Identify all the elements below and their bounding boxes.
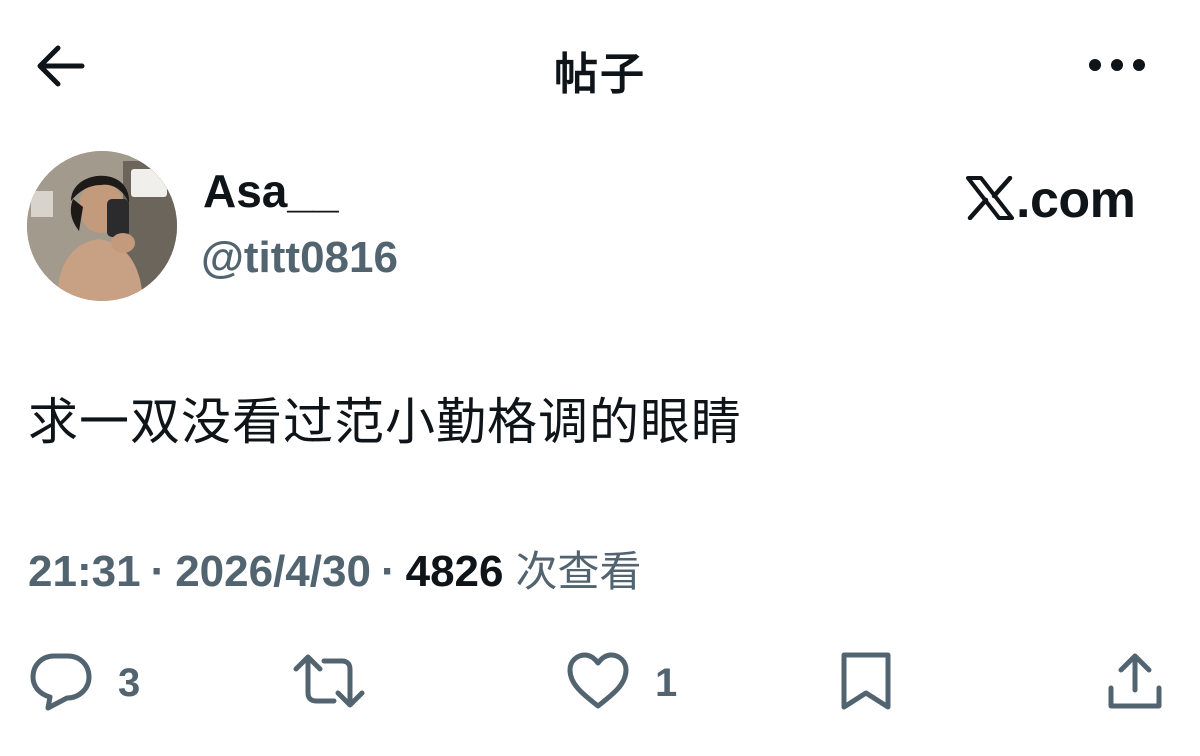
like-count: 1 [655,660,678,705]
post-text: 求一双没看过范小勤格调的眼睛 [28,393,742,451]
avatar[interactable] [27,151,177,301]
post-date: 2026/4/30 [175,547,371,596]
views-count[interactable]: 4826 [406,550,504,594]
repost-button[interactable] [292,650,366,716]
arrow-left-icon [34,44,86,93]
heart-icon [565,651,631,716]
meta-separator: · [150,547,166,596]
top-bar: 帖子 [0,0,1200,140]
x-com-watermark: .com [966,171,1136,229]
more-horizontal-icon [1087,57,1147,78]
more-options-button[interactable] [1082,44,1152,90]
author-display-name[interactable]: Asa__ [203,168,339,214]
meta-separator: · [380,547,396,596]
x-logo-icon [966,175,1014,225]
repost-icon [292,651,366,716]
share-button[interactable] [1105,650,1165,716]
bookmark-button[interactable] [838,650,894,716]
back-button[interactable] [30,40,90,96]
like-button[interactable]: 1 [565,650,677,716]
brand-text: .com [1016,171,1136,229]
bookmark-icon [838,650,894,717]
author-handle[interactable]: @titt0816 [201,236,398,280]
post-time: 21:31 [28,547,141,596]
share-icon [1105,650,1165,717]
reply-button[interactable]: 3 [28,650,140,716]
page-title: 帖子 [554,49,646,100]
reply-icon [28,651,94,716]
reply-count: 3 [118,660,141,705]
post-meta: 21:31 · 2026/4/30 · 4826 次查看 [28,550,642,594]
views-label: 次查看 [515,547,642,596]
